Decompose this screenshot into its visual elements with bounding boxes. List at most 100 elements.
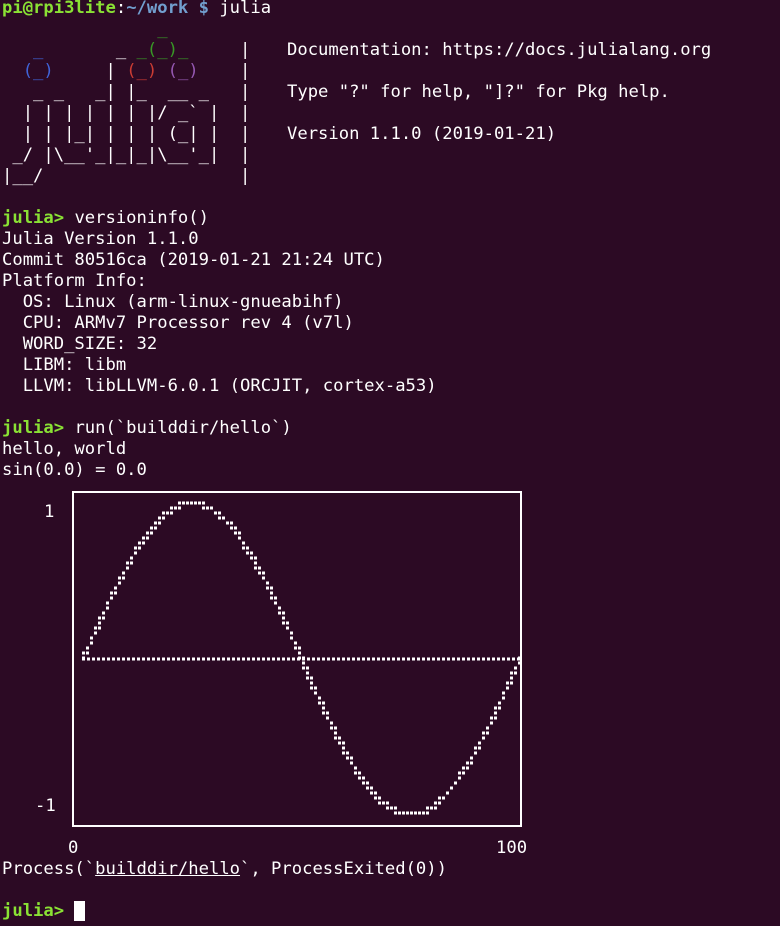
sin-point [130,561,133,565]
version-text: Version 1.1.0 (2019-01-21) [287,124,557,144]
sin-point [210,506,213,510]
sin-point [158,521,161,525]
sin-point [146,531,149,535]
sin-point [450,786,453,790]
sin-point [518,656,520,660]
user-host: pi@rpi3lite [2,0,116,18]
sin-point [366,781,369,785]
sin-point [234,531,237,535]
logo-line-3: _ _ _| |_ __ _ | [2,82,251,102]
sin-point [334,731,337,735]
sin-point [178,501,181,505]
logo-line-7: |__/ | [2,166,251,186]
sin-point [182,501,185,505]
logo-line-2: (_) | (_) (_) | [22,61,251,81]
sin-point [334,726,337,730]
sin-point [494,706,497,710]
sin-point [490,716,493,720]
sin-point [214,511,217,515]
sin-point [362,781,365,785]
sin-point [86,651,89,655]
sin-point [254,561,257,565]
sin-point [238,536,241,540]
sin-point [170,506,173,510]
sin-point [290,636,293,640]
sin-point [230,521,233,525]
sin-point [186,501,189,505]
sin-point [434,806,437,810]
sin-point [298,646,301,650]
sin-point [98,621,101,625]
sin-point [138,541,141,545]
sin-point [106,606,109,610]
sin-point [498,706,501,710]
sin-point [262,571,265,575]
sin-point [482,731,485,735]
sin-point [466,766,469,770]
sin-point [358,771,361,775]
sin-point [298,656,301,660]
sin-point [478,741,481,745]
output-line: sin(0.0) = 0.0 [2,460,147,480]
sin-point [382,801,385,805]
sin-point [334,736,337,740]
sin-point [122,576,125,580]
repl-input-run: julia> run(`builddir/hello`) [2,418,292,439]
prompt-symbol: $ [188,0,209,18]
sin-point [422,811,425,815]
logo-line-1: _ _ _(_)_ | [33,40,251,60]
sin-point [286,626,289,630]
sin-point [426,811,429,815]
sin-point [454,781,457,785]
sin-point [254,556,257,560]
sin-point [374,791,377,795]
logo-line-5: | | |_| | | | (_| | | [2,124,251,144]
sin-point [506,681,509,685]
active-prompt-line[interactable]: julia> [2,901,86,922]
terminal-window[interactable]: pi@rpi3lite:~/work $ julia _ _ _ _(_)_ |… [0,0,780,926]
sin-point [330,726,333,730]
sin-point [318,701,321,705]
sin-point [482,736,485,740]
sin-point [438,796,441,800]
sin-point [330,721,333,725]
sin-point [138,546,141,550]
sin-point [298,651,301,655]
sin-point [514,666,517,670]
sin-point [350,761,353,765]
sin-point [190,501,193,505]
sin-point [378,796,381,800]
sin-point [222,516,225,520]
sin-point [494,711,497,715]
sin-point [154,526,157,530]
sin-point [198,501,201,505]
sine-plot [82,501,520,815]
sin-point [250,551,253,555]
text-cursor[interactable] [74,901,86,921]
sin-point [326,716,329,720]
sin-point [82,656,85,660]
sin-point [242,546,245,550]
sin-point [502,691,505,695]
sin-point [114,586,117,590]
sin-point [130,556,133,560]
sin-point [418,811,421,815]
sin-point [310,681,313,685]
sin-point [438,801,441,805]
sin-point [498,701,501,705]
sin-point [262,576,265,580]
sin-point [354,771,357,775]
output-line: LIBM: libm [2,355,127,375]
sin-point [458,771,461,775]
sin-point [194,501,197,505]
sin-point [94,626,97,630]
sin-point [350,756,353,760]
sin-point [306,671,309,675]
sin-point [266,581,269,585]
sin-point [478,746,481,750]
sin-point [206,506,209,510]
sin-point [178,506,181,510]
sin-point [174,506,177,510]
sin-point [386,801,389,805]
sin-point [274,596,277,600]
